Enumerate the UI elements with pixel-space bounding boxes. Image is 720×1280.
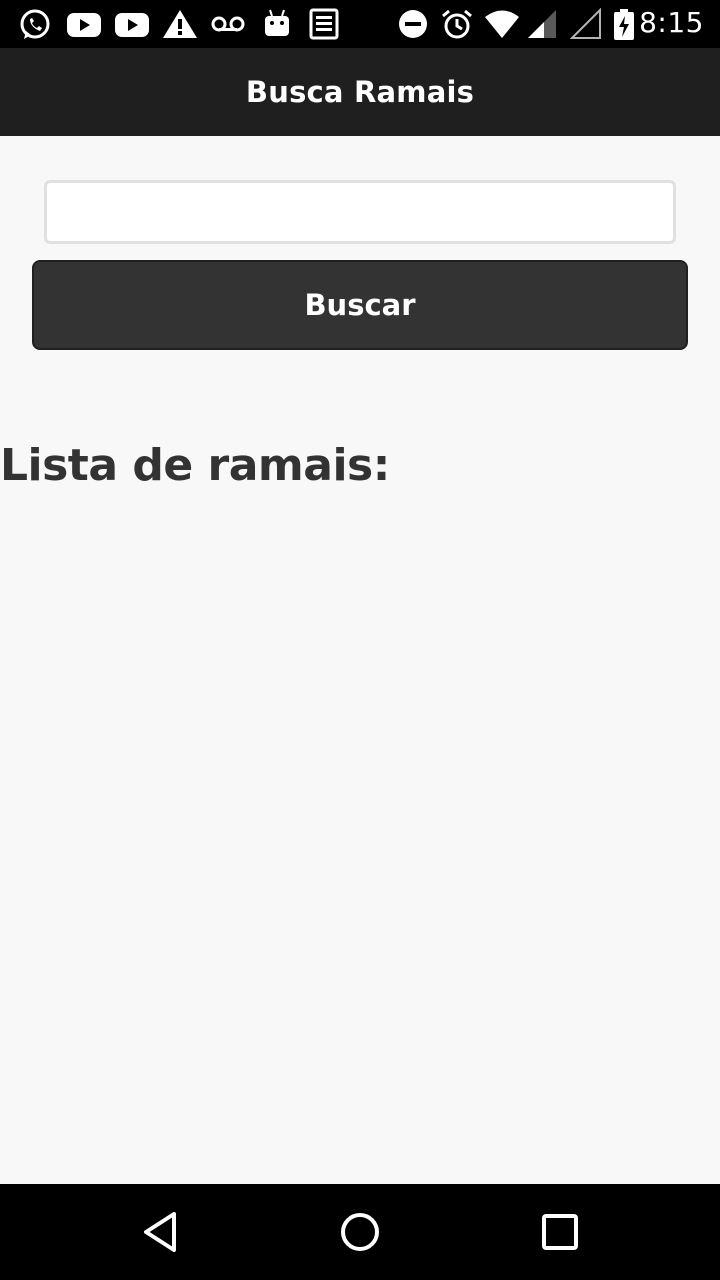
youtube-icon [67,13,101,37]
signal-empty-icon [570,8,601,39]
back-icon[interactable] [136,1208,184,1256]
voicemail-icon [211,16,245,32]
news-icon [309,8,339,40]
android-icon [265,9,289,36]
do-not-disturb-icon [399,10,427,38]
alarm-icon [442,9,472,39]
status-bar: 8:15 [0,0,720,48]
navigation-bar [0,1184,720,1280]
warning-icon [163,10,197,38]
recents-icon[interactable] [536,1208,584,1256]
search-button[interactable]: Buscar [32,260,688,350]
app-header: Busca Ramais [0,48,720,136]
page-title: Busca Ramais [245,75,475,109]
battery-charging-icon [614,9,634,40]
whatsapp-icon [20,9,50,39]
home-icon[interactable] [336,1208,384,1256]
wifi-icon [485,10,519,38]
signal-icon [528,10,556,38]
status-time: 8:15 [639,6,704,39]
ramais-list [0,510,720,1170]
list-heading: Lista de ramais: [0,440,390,491]
youtube-icon [115,13,149,37]
search-input[interactable] [44,180,676,244]
